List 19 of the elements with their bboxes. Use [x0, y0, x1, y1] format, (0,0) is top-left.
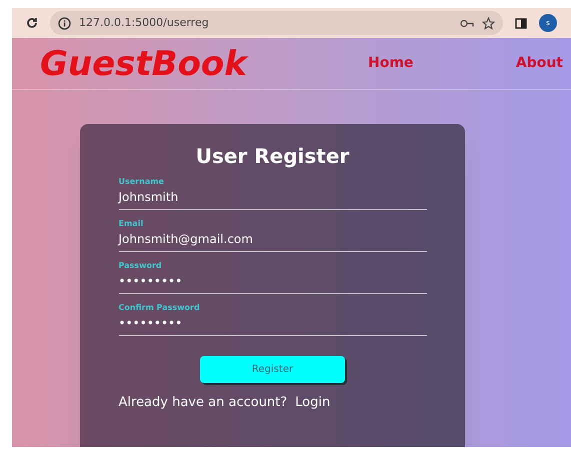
login-link[interactable]: Login: [295, 393, 330, 412]
address-bar[interactable]: 127.0.0.1:5000/userreg: [50, 11, 503, 35]
form-title: User Register: [196, 146, 350, 166]
input-field[interactable]: Johnsmith@gmail.com: [118, 228, 426, 252]
account-prompt: Already have an account?: [118, 394, 288, 412]
star-icon[interactable]: [482, 16, 495, 30]
register-button[interactable]: Register: [200, 356, 345, 383]
input-field[interactable]: Johnsmith: [118, 186, 426, 210]
input-field[interactable]: •••••••••: [118, 270, 426, 294]
info-icon[interactable]: [58, 16, 71, 30]
sidebar-icon[interactable]: [515, 18, 527, 28]
reload-icon[interactable]: [26, 17, 38, 29]
field-label: Username: [118, 178, 165, 186]
field-label: Password: [118, 262, 163, 270]
input-field[interactable]: •••••••••: [118, 312, 426, 336]
key-icon[interactable]: [460, 18, 474, 28]
field-label: Confirm Password: [118, 304, 201, 312]
field-label: Email: [118, 220, 144, 228]
url-text[interactable]: 127.0.0.1:5000/userreg: [79, 14, 452, 32]
